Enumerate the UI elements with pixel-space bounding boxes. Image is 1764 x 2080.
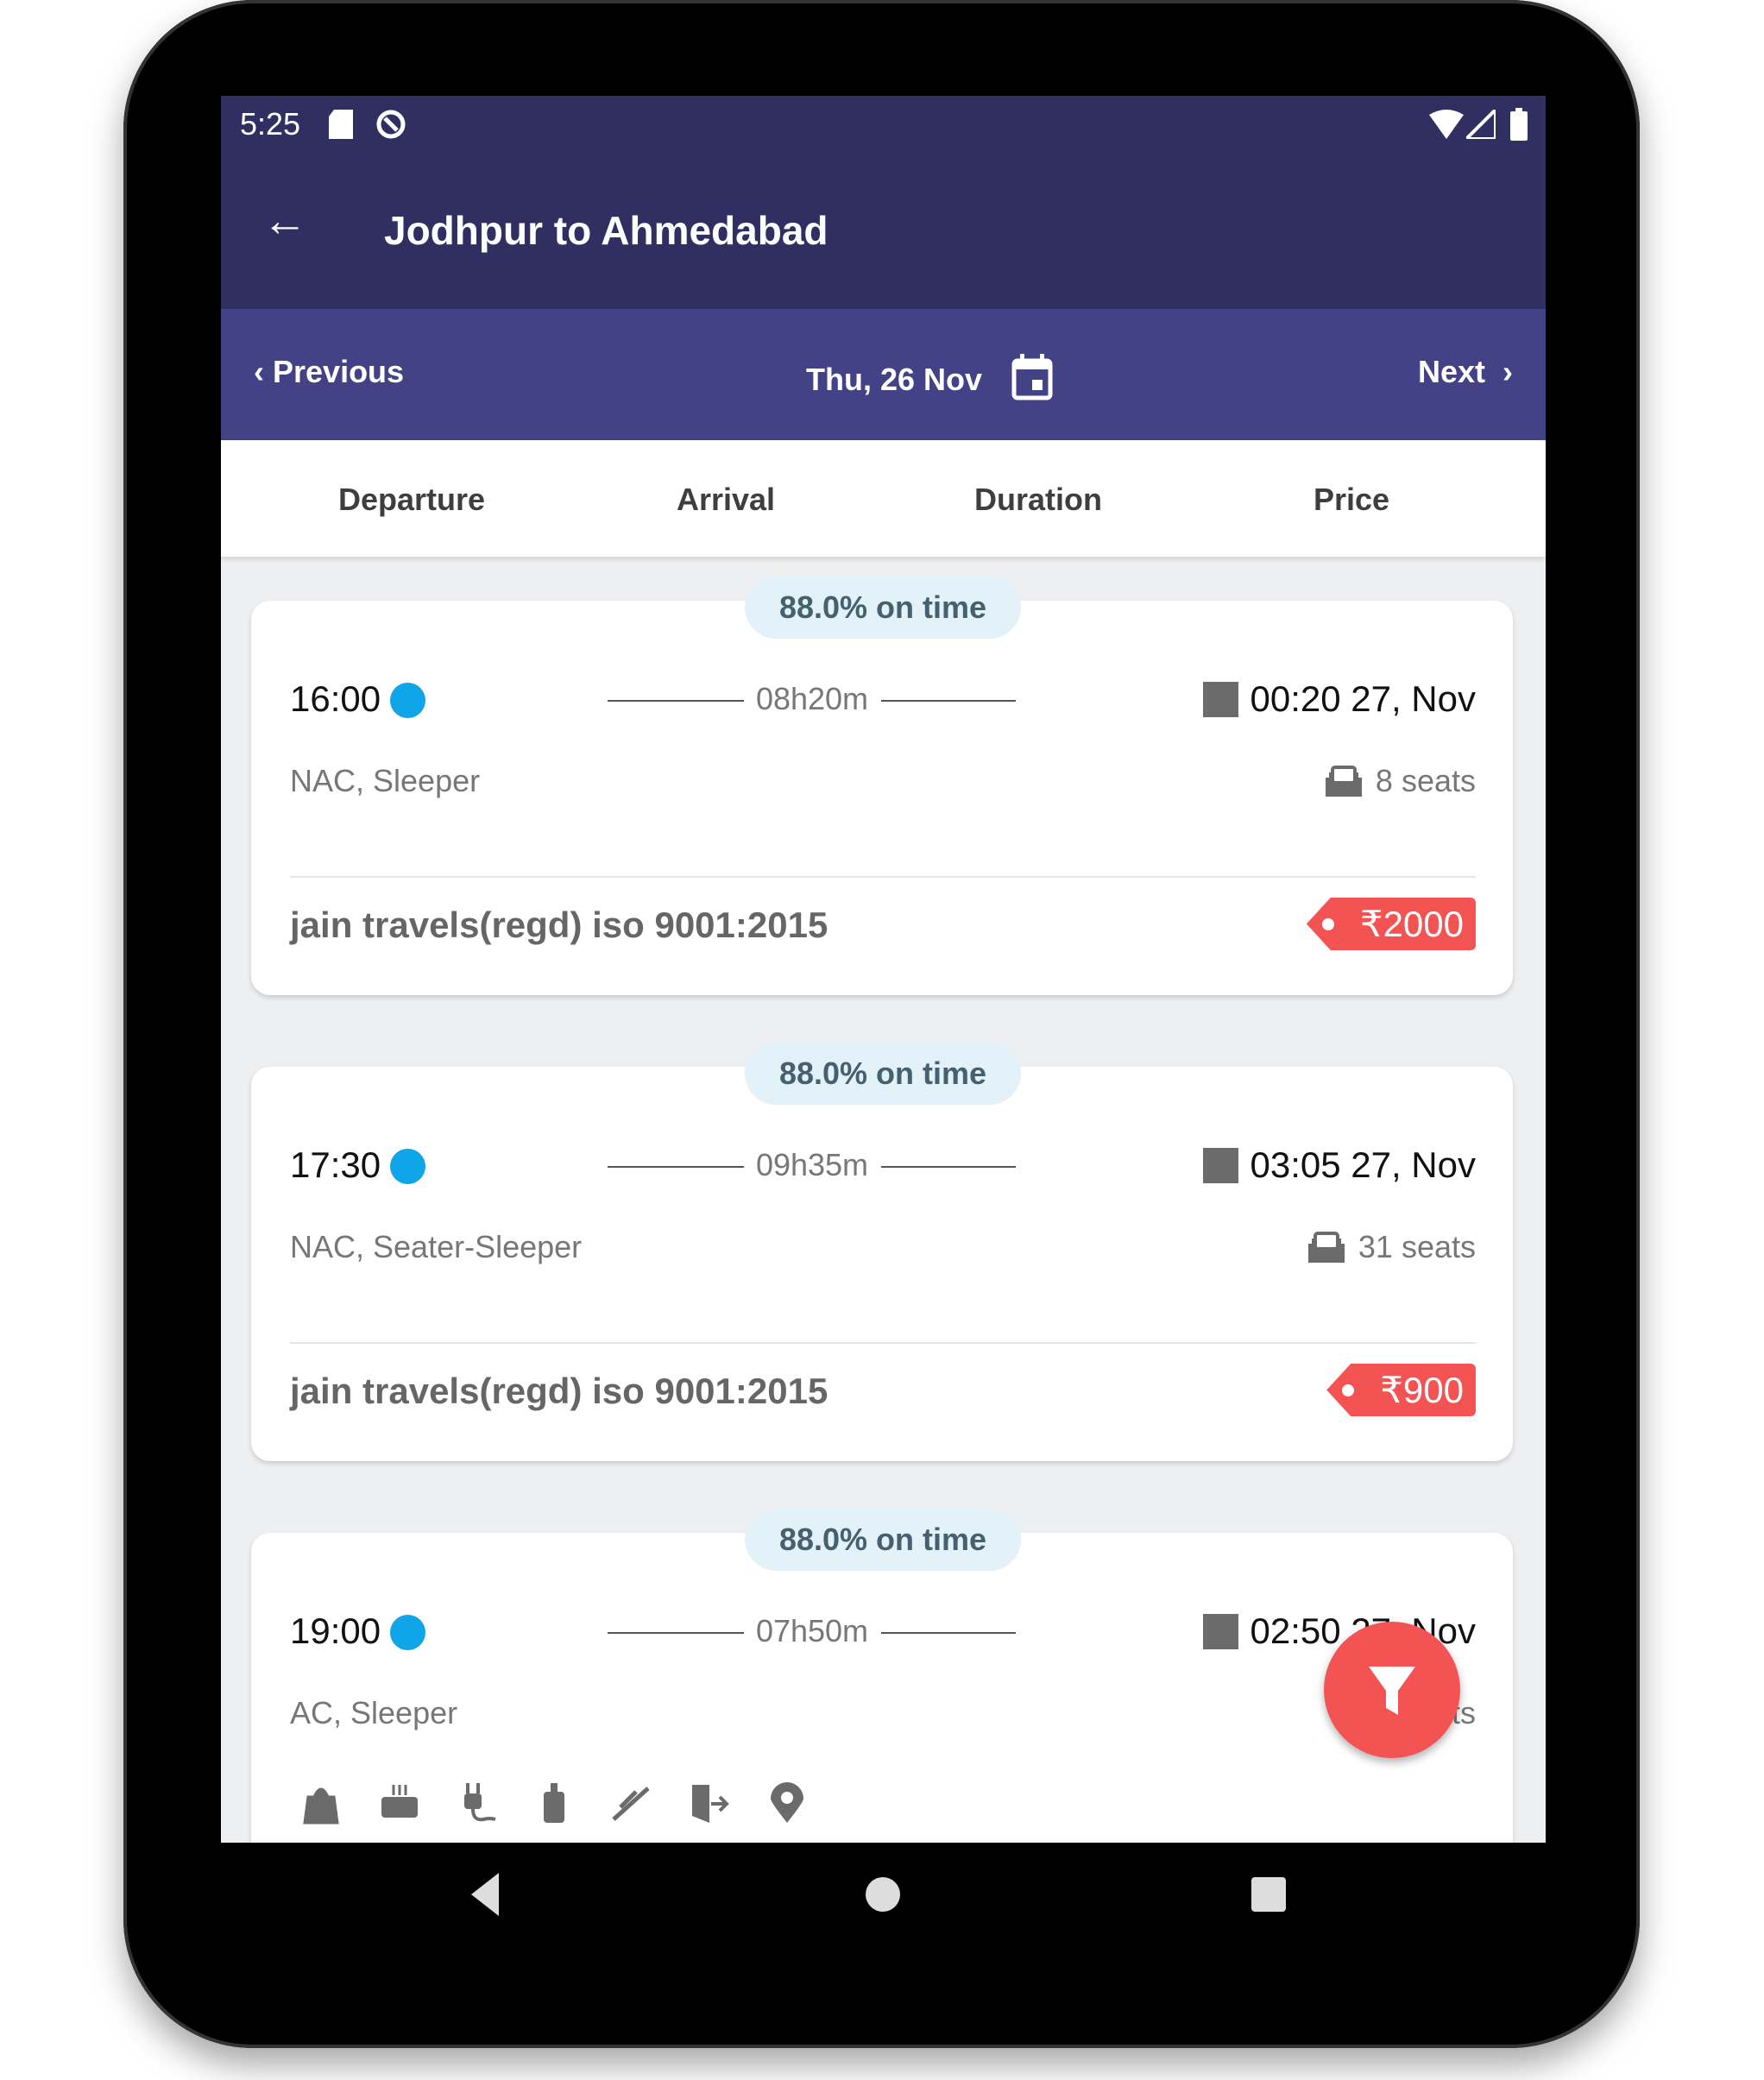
bus-card[interactable]: 88.0% on time 17:30 09h35m 03:05 27, Nov… [251, 1042, 1513, 1461]
seats-available: 31 seats [1307, 1229, 1476, 1265]
seats-available: 8 seats [1324, 763, 1476, 799]
page-title: Jodhpur to Ahmedabad [384, 208, 828, 253]
seat-icon [1307, 1232, 1345, 1263]
price-tag: ₹900 [1326, 1364, 1476, 1416]
wifi-icon [1429, 110, 1464, 139]
duration: 07h50m [755, 1613, 869, 1648]
selected-date: Thu, 26 Nov [806, 362, 983, 397]
duration-line [608, 1166, 744, 1168]
divider [290, 876, 1476, 878]
departure-time: 19:00 [290, 1610, 381, 1651]
bus-card[interactable]: 88.0% on time 16:00 08h20m 00:20 27, Nov… [251, 576, 1513, 995]
date-bar: ‹ Previous Thu, 26 Nov Next › [221, 309, 1546, 440]
arrival-time: 00:20 27, Nov [1250, 678, 1476, 719]
previous-day-button[interactable]: ‹ Previous [254, 354, 404, 390]
departure-time: 16:00 [290, 678, 381, 719]
water-bottle-icon [544, 1783, 564, 1823]
chevron-left-icon: ‹ [254, 354, 273, 389]
duration-line [608, 1632, 744, 1634]
screen: 5:25 ← Jodhpur to Ahmedabad ‹ Previous T… [221, 96, 1546, 1843]
sort-duration[interactable]: Duration [974, 482, 1102, 518]
filter-button[interactable] [1324, 1622, 1460, 1758]
next-label: Next [1417, 354, 1485, 389]
sort-bar: Departure Arrival Duration Price [221, 440, 1546, 557]
operator-name: jain travels(regd) iso 9001:2015 [290, 904, 828, 945]
battery-icon [1510, 108, 1528, 141]
chevron-right-icon: › [1485, 354, 1513, 389]
departure-dot-icon [390, 1615, 425, 1650]
blanket-icon [381, 1785, 418, 1818]
signal-icon [1466, 110, 1496, 139]
on-time-badge: 88.0% on time [745, 1042, 1021, 1105]
departure-dot-icon [390, 683, 425, 718]
on-time-badge: 88.0% on time [745, 1508, 1021, 1571]
seat-icon [1325, 766, 1362, 797]
bus-type: AC, Sleeper [290, 1695, 458, 1730]
divider [290, 1342, 1476, 1344]
bus-type: NAC, Sleeper [290, 763, 481, 798]
date-picker-button[interactable]: Thu, 26 Nov [806, 354, 1053, 400]
arrival-square-icon [1203, 1147, 1239, 1183]
duration: 08h20m [755, 681, 869, 716]
arrival-time: 03:05 27, Nov [1250, 1144, 1476, 1185]
sort-arrival[interactable]: Arrival [677, 482, 775, 518]
bus-type: NAC, Seater-Sleeper [290, 1229, 583, 1264]
seats-count: 8 seats [1375, 763, 1476, 798]
app-bar: ← Jodhpur to Ahmedabad [221, 152, 1546, 309]
nav-back-button[interactable] [464, 1863, 525, 1923]
bag-icon [303, 1787, 339, 1825]
sync-icon [376, 110, 406, 139]
status-bar: 5:25 [221, 96, 1546, 152]
back-arrow-icon[interactable]: ← [262, 195, 307, 247]
tag-hole-icon [1321, 918, 1334, 930]
sort-price[interactable]: Price [1314, 482, 1389, 518]
duration-line [608, 700, 744, 702]
departure-dot-icon [390, 1149, 425, 1184]
reading-light-icon [612, 1787, 650, 1821]
seats-count: 31 seats [1358, 1229, 1476, 1264]
sd-card-icon [329, 110, 353, 139]
sort-departure[interactable]: Departure [338, 482, 485, 518]
duration: 09h35m [755, 1147, 869, 1182]
gps-tracking-icon [771, 1782, 803, 1823]
duration-line [881, 1166, 1016, 1168]
next-day-button[interactable]: Next › [1418, 354, 1513, 390]
on-time-badge: 88.0% on time [745, 576, 1021, 639]
arrival-square-icon [1203, 681, 1239, 717]
price-tag: ₹2000 [1306, 898, 1476, 950]
filter-icon [1369, 1667, 1415, 1715]
charging-point-icon [464, 1783, 496, 1822]
departure-time: 17:30 [290, 1144, 381, 1185]
calendar-icon [1011, 354, 1053, 400]
arrival-square-icon [1203, 1613, 1239, 1649]
operator-name: jain travels(regd) iso 9001:2015 [290, 1371, 828, 1411]
arrival: 00:20 27, Nov [1203, 678, 1476, 720]
duration-line [881, 1632, 1016, 1634]
previous-label: Previous [273, 354, 405, 389]
nav-home-button[interactable] [853, 1863, 913, 1923]
nav-recents-button[interactable] [1238, 1863, 1299, 1923]
emergency-exit-icon [692, 1785, 729, 1823]
price: ₹900 [1380, 1370, 1464, 1410]
status-time: 5:25 [240, 106, 301, 142]
duration-line [881, 700, 1016, 702]
price: ₹2000 [1359, 904, 1464, 944]
arrival: 03:05 27, Nov [1203, 1144, 1476, 1186]
tag-hole-icon [1342, 1384, 1355, 1396]
